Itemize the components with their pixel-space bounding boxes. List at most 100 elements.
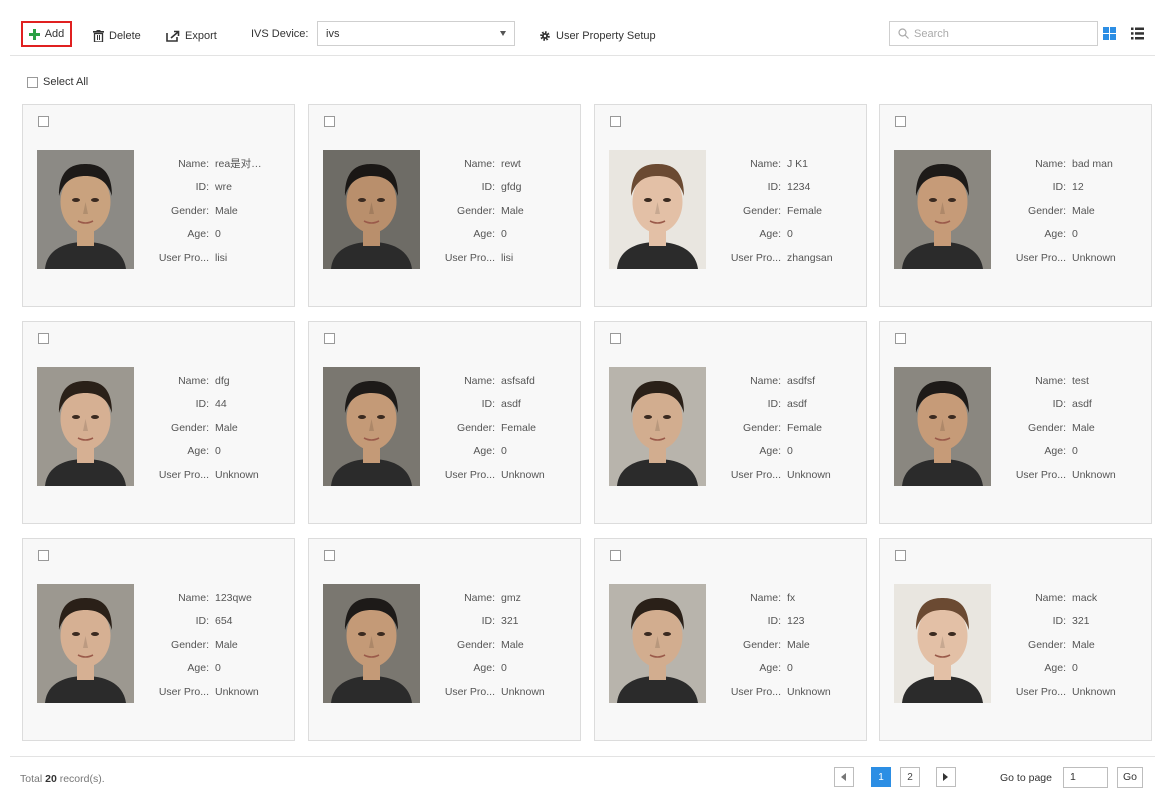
id-label: ID: — [481, 398, 495, 411]
person-card-4[interactable]: Name: bad man ID: 12 Gender: Male Age: 0 Use… — [879, 104, 1152, 307]
add-button[interactable]: Add — [21, 21, 72, 47]
gender-label: Gender: — [1028, 638, 1066, 651]
person-info: Name: rewt ID: gfdg Gender: Male Age: 0 User… — [427, 153, 579, 270]
gender-label: Gender: — [457, 638, 495, 651]
face-photo — [323, 150, 420, 269]
ivs-device-value: ivs — [326, 27, 340, 40]
person-card-1[interactable]: Name: rea是对… ID: wre Gender: Male Age: 0 Use… — [22, 104, 295, 307]
gender-value: Female — [787, 421, 823, 434]
delete-button[interactable]: Delete — [93, 24, 141, 48]
face-photo — [323, 584, 420, 703]
export-icon — [166, 30, 180, 42]
card-checkbox[interactable] — [38, 550, 49, 561]
name-label: Name: — [178, 158, 209, 170]
name-label: Name: — [1035, 592, 1066, 604]
trash-icon — [93, 30, 104, 42]
card-checkbox[interactable] — [610, 550, 621, 561]
person-card-5[interactable]: Name: dfg ID: 44 Gender: Male Age: 0 User Pr… — [22, 321, 295, 524]
user-property-setup-button[interactable]: User Property Setup — [539, 24, 656, 48]
person-info: Name: rea是对… ID: wre Gender: Male Age: 0 Use… — [141, 153, 293, 270]
person-card-12[interactable]: Name: mack ID: 321 Gender: Male Age: 0 User … — [879, 538, 1152, 741]
face-photo — [37, 367, 134, 486]
id-label: ID: — [481, 615, 495, 628]
user-property-value: Unknown — [215, 468, 259, 481]
search-input[interactable]: Search — [889, 21, 1098, 46]
gender-value: Male — [1072, 638, 1095, 651]
gender-value: Male — [215, 421, 238, 434]
person-info: Name: J K1 ID: 1234 Gender: Female Age: 0 Us… — [713, 153, 865, 270]
total-records: Total 20 record(s). — [20, 773, 105, 785]
person-card-11[interactable]: Name: fx ID: 123 Gender: Male Age: 0 User Pr… — [594, 538, 867, 741]
person-card-6[interactable]: Name: asfsafd ID: asdf Gender: Female Age: 0… — [308, 321, 581, 524]
go-button[interactable]: Go — [1117, 767, 1143, 788]
age-label: Age: — [187, 445, 209, 458]
id-value: asdf — [501, 398, 521, 411]
person-card-10[interactable]: Name: gmz ID: 321 Gender: Male Age: 0 User P… — [308, 538, 581, 741]
next-page-button[interactable] — [936, 767, 956, 787]
age-label: Age: — [473, 662, 495, 675]
person-card-9[interactable]: Name: 123qwe ID: 654 Gender: Male Age: 0 Use… — [22, 538, 295, 741]
export-button[interactable]: Export — [166, 24, 217, 48]
gender-label: Gender: — [743, 204, 781, 217]
footer-divider — [10, 756, 1155, 757]
select-all-checkbox[interactable] — [27, 76, 38, 88]
gender-value: Female — [787, 204, 823, 217]
name-label: Name: — [178, 592, 209, 604]
person-card-8[interactable]: Name: test ID: asdf Gender: Male Age: 0 User… — [879, 321, 1152, 524]
ivs-device-select[interactable]: ivs — [317, 21, 515, 46]
card-checkbox[interactable] — [895, 333, 906, 344]
person-info: Name: fx ID: 123 Gender: Male Age: 0 User Pr… — [713, 587, 865, 704]
user-property-label: User Pro... — [444, 251, 495, 264]
id-value: wre — [215, 181, 232, 194]
id-label: ID: — [195, 398, 209, 411]
page-button-2[interactable]: 2 — [900, 767, 920, 787]
plus-icon — [28, 28, 40, 40]
user-property-value: Unknown — [787, 468, 831, 481]
prev-page-button[interactable] — [834, 767, 854, 787]
name-label: Name: — [1035, 375, 1066, 387]
search-placeholder: Search — [914, 27, 949, 40]
age-label: Age: — [473, 445, 495, 458]
card-checkbox[interactable] — [38, 116, 49, 127]
grid-view-icon[interactable] — [1103, 27, 1116, 40]
age-value: 0 — [501, 445, 507, 458]
name-value: dfg — [215, 375, 230, 387]
card-checkbox[interactable] — [895, 116, 906, 127]
gender-value: Male — [787, 638, 810, 651]
person-info: Name: gmz ID: 321 Gender: Male Age: 0 User P… — [427, 587, 579, 704]
page-button-1[interactable]: 1 — [871, 767, 891, 787]
card-checkbox[interactable] — [610, 116, 621, 127]
name-value: J K1 — [787, 158, 809, 170]
gender-label: Gender: — [1028, 421, 1066, 434]
id-value: 1234 — [787, 181, 811, 194]
goto-page-input[interactable]: 1 — [1063, 767, 1108, 788]
list-view-icon[interactable] — [1131, 27, 1144, 40]
user-property-label: User Pro... — [158, 468, 209, 481]
select-all-label: Select All — [43, 76, 89, 88]
name-label: Name: — [750, 592, 781, 604]
card-checkbox[interactable] — [610, 333, 621, 344]
ivs-device-label: IVS Device: — [251, 28, 309, 40]
age-label: Age: — [759, 662, 781, 675]
person-card-7[interactable]: Name: asdfsf ID: asdf Gender: Female Age: 0 … — [594, 321, 867, 524]
id-value: 321 — [501, 615, 519, 628]
name-value: asdfsf — [787, 375, 816, 387]
name-label: Name: — [750, 158, 781, 170]
card-checkbox[interactable] — [895, 550, 906, 561]
id-value: asdf — [1072, 398, 1092, 411]
card-checkbox[interactable] — [324, 116, 335, 127]
person-info: Name: asfsafd ID: asdf Gender: Female Age: 0… — [427, 370, 579, 487]
age-label: Age: — [1044, 662, 1066, 675]
total-count: 20 — [45, 773, 57, 785]
name-label: Name: — [178, 375, 209, 387]
card-checkbox[interactable] — [324, 333, 335, 344]
card-checkbox[interactable] — [38, 333, 49, 344]
name-value: 123qwe — [215, 592, 252, 604]
age-value: 0 — [215, 662, 221, 675]
total-prefix: Total — [20, 773, 43, 785]
person-card-3[interactable]: Name: J K1 ID: 1234 Gender: Female Age: 0 Us… — [594, 104, 867, 307]
person-card-2[interactable]: Name: rewt ID: gfdg Gender: Male Age: 0 User… — [308, 104, 581, 307]
select-all[interactable]: Select All — [27, 76, 88, 88]
card-checkbox[interactable] — [324, 550, 335, 561]
age-label: Age: — [1044, 445, 1066, 458]
